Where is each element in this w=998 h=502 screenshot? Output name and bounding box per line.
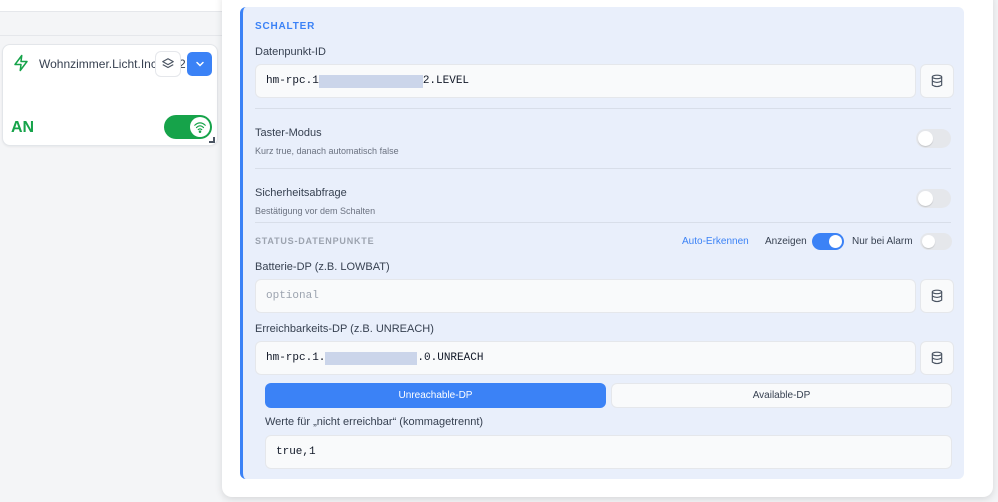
reach-browse-button[interactable] <box>920 341 954 375</box>
resize-grip[interactable] <box>209 137 215 143</box>
reach-suffix: .0.UNREACH <box>417 352 484 364</box>
database-icon <box>931 351 943 365</box>
values-value: true,1 <box>276 446 316 458</box>
unreachable-dp-tab[interactable]: Unreachable-DP <box>265 383 606 408</box>
taster-label: Taster-Modus <box>255 127 322 139</box>
section-title: SCHALTER <box>255 21 316 32</box>
layers-icon <box>162 58 174 69</box>
layers-button[interactable] <box>155 51 181 77</box>
dashboard-divider <box>0 35 222 36</box>
toggle-knob <box>829 235 842 248</box>
datapoint-label: Datenpunkt-ID <box>255 46 326 58</box>
reach-prefix: hm-rpc.1. <box>266 352 326 364</box>
toggle-knob <box>918 191 933 206</box>
switch-widget-card[interactable]: Wohnzimmer.Licht.Inc 2 AN <box>2 44 218 146</box>
taster-hint: Kurz true, danach automatisch false <box>255 146 399 156</box>
divider <box>255 168 951 169</box>
redacted-segment <box>318 74 423 88</box>
battery-input[interactable]: optional <box>255 279 916 313</box>
auto-detect-link[interactable]: Auto-Erkennen <box>682 236 749 247</box>
database-icon <box>931 74 943 88</box>
values-input[interactable]: true,1 <box>265 435 952 469</box>
show-label: Anzeigen <box>765 236 807 247</box>
available-dp-tab[interactable]: Available-DP <box>611 383 952 408</box>
redacted-segment <box>325 351 418 365</box>
database-icon <box>931 289 943 303</box>
taster-toggle[interactable] <box>916 129 951 148</box>
widget-toggle[interactable] <box>164 115 212 139</box>
battery-browse-button[interactable] <box>920 279 954 313</box>
battery-placeholder: optional <box>266 290 319 302</box>
battery-label: Batterie-DP (z.B. LOWBAT) <box>255 261 390 273</box>
reach-input[interactable]: hm-rpc.1. .0.UNREACH <box>255 341 916 375</box>
status-title: STATUS-DATENPUNKTE <box>255 236 375 246</box>
sicher-label: Sicherheitsabfrage <box>255 187 347 199</box>
datapoint-browse-button[interactable] <box>920 64 954 98</box>
show-toggle[interactable] <box>812 233 844 250</box>
toggle-knob <box>190 117 210 137</box>
alarm-only-toggle[interactable] <box>920 233 952 250</box>
expand-button[interactable] <box>187 52 212 76</box>
chevron-down-icon <box>195 61 204 67</box>
alarm-only-label: Nur bei Alarm <box>852 236 913 247</box>
datapoint-input[interactable]: hm-rpc.1 2.LEVEL <box>255 64 916 98</box>
divider <box>255 108 951 109</box>
state-label: AN <box>11 119 35 136</box>
toggle-knob <box>918 131 933 146</box>
sicher-toggle[interactable] <box>916 189 951 208</box>
sicher-hint: Bestätigung vor dem Schalten <box>255 206 376 216</box>
reach-label: Erreichbarkeits-DP (z.B. UNREACH) <box>255 323 434 335</box>
bolt-icon <box>12 54 30 72</box>
values-label: Werte für „nicht erreichbar“ (kommagetre… <box>265 416 484 428</box>
wifi-icon <box>194 122 206 133</box>
divider <box>255 222 951 223</box>
datapoint-prefix: hm-rpc.1 <box>266 75 319 87</box>
toggle-knob <box>922 235 935 248</box>
datapoint-suffix: 2.LEVEL <box>422 75 470 87</box>
dashboard-topbar <box>0 0 222 12</box>
